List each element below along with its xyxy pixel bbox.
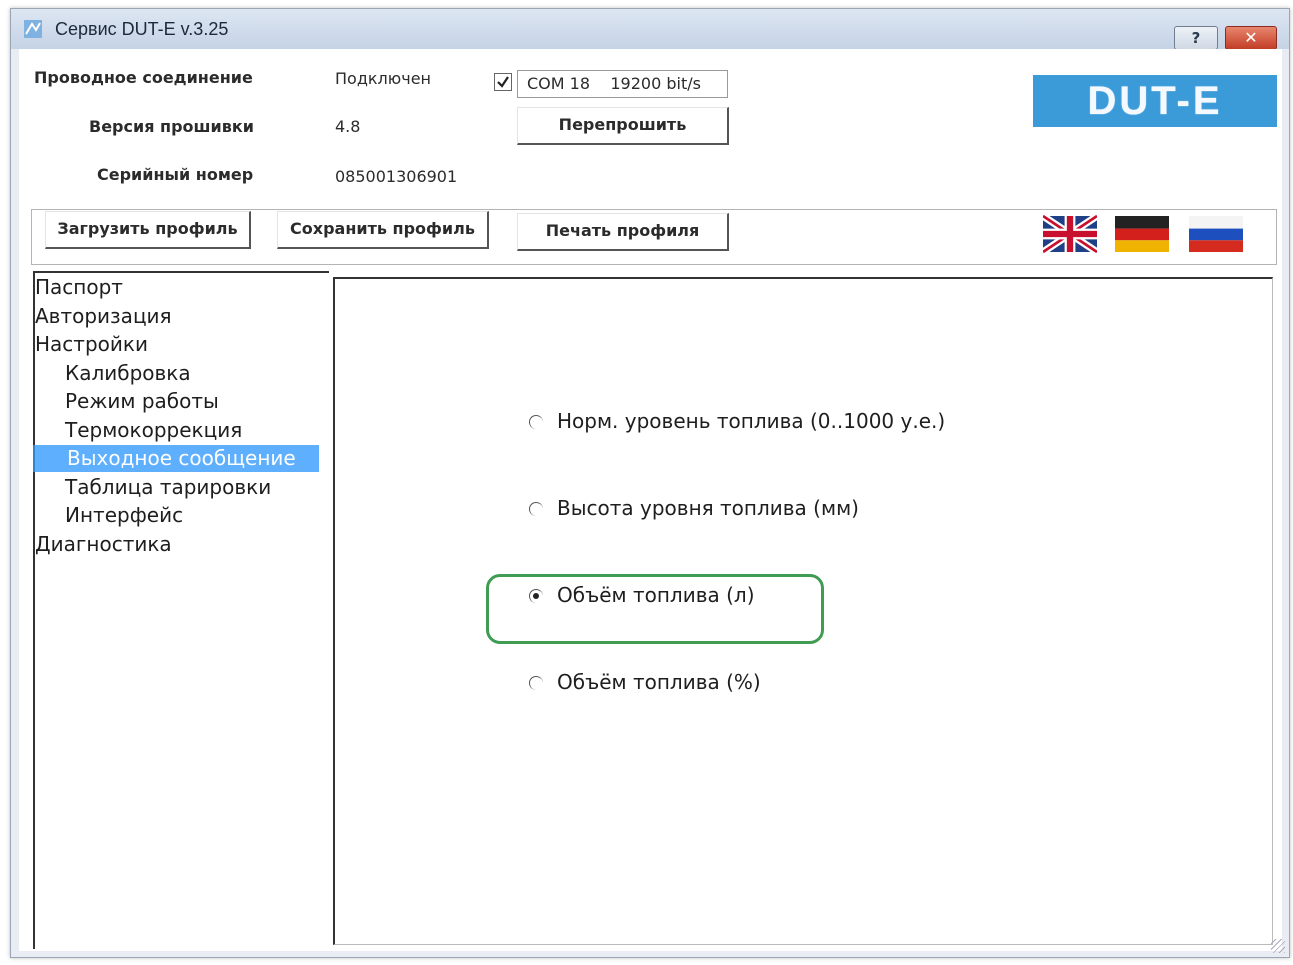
radio-button[interactable] <box>529 676 543 690</box>
connection-label: Проводное соединение <box>34 68 253 87</box>
serial-label: Серийный номер <box>97 165 254 184</box>
port-field[interactable]: COM 18 19200 bit/s <box>517 70 728 98</box>
print-profile-button[interactable]: Печать профиля <box>517 213 729 251</box>
close-button[interactable]: ✕ <box>1225 26 1277 50</box>
output-option-label: Норм. уровень топлива (0..1000 у.е.) <box>557 409 946 433</box>
nav-item[interactable]: Режим работы <box>65 389 219 413</box>
english-flag-icon[interactable] <box>1043 214 1097 254</box>
load-profile-button[interactable]: Загрузить профиль <box>45 211 251 249</box>
save-profile-button[interactable]: Сохранить профиль <box>277 211 489 249</box>
client-area: Проводное соединение Подключен COM 18 19… <box>19 49 1282 951</box>
firmware-value: 4.8 <box>335 117 361 136</box>
nav-item[interactable]: Авторизация <box>35 304 172 328</box>
radio-button[interactable] <box>529 502 543 516</box>
checkmark-icon <box>497 76 509 88</box>
nav-item[interactable]: Термокоррекция <box>65 418 242 442</box>
firmware-label: Версия прошивки <box>89 117 254 136</box>
app-icon <box>24 20 42 38</box>
nav-item[interactable]: Таблица тарировки <box>65 475 271 499</box>
highlight-annotation <box>486 574 824 644</box>
radio-button[interactable] <box>529 415 543 429</box>
nav-item[interactable]: Интерфейс <box>65 503 183 527</box>
app-window: Сервис DUT-E v.3.25 ? ✕ Проводное соедин… <box>10 8 1290 958</box>
output-option-label: Объём топлива (%) <box>557 670 761 694</box>
window-title: Сервис DUT-E v.3.25 <box>55 19 229 39</box>
title-bar[interactable]: Сервис DUT-E v.3.25 ? ✕ <box>11 9 1289 50</box>
output-option-label: Высота уровня топлива (мм) <box>557 496 859 520</box>
nav-item[interactable]: Выходное сообщение <box>33 445 319 472</box>
help-button[interactable]: ? <box>1174 26 1218 50</box>
dut-e-logo: DUT-E <box>1033 75 1277 127</box>
resize-grip-icon[interactable] <box>1271 939 1285 953</box>
nav-item[interactable]: Паспорт <box>35 275 123 299</box>
connection-checkbox[interactable] <box>494 73 512 91</box>
nav-item[interactable]: Настройки <box>35 332 148 356</box>
russian-flag-icon[interactable] <box>1189 214 1243 254</box>
nav-item[interactable]: Калибровка <box>65 361 191 385</box>
reflash-button[interactable]: Перепрошить <box>517 107 729 145</box>
logo-text: DUT-E <box>1087 79 1223 123</box>
german-flag-icon[interactable] <box>1115 214 1169 254</box>
serial-value: 085001306901 <box>335 167 458 186</box>
connection-status: Подключен <box>335 69 431 88</box>
nav-item[interactable]: Диагностика <box>35 532 172 556</box>
